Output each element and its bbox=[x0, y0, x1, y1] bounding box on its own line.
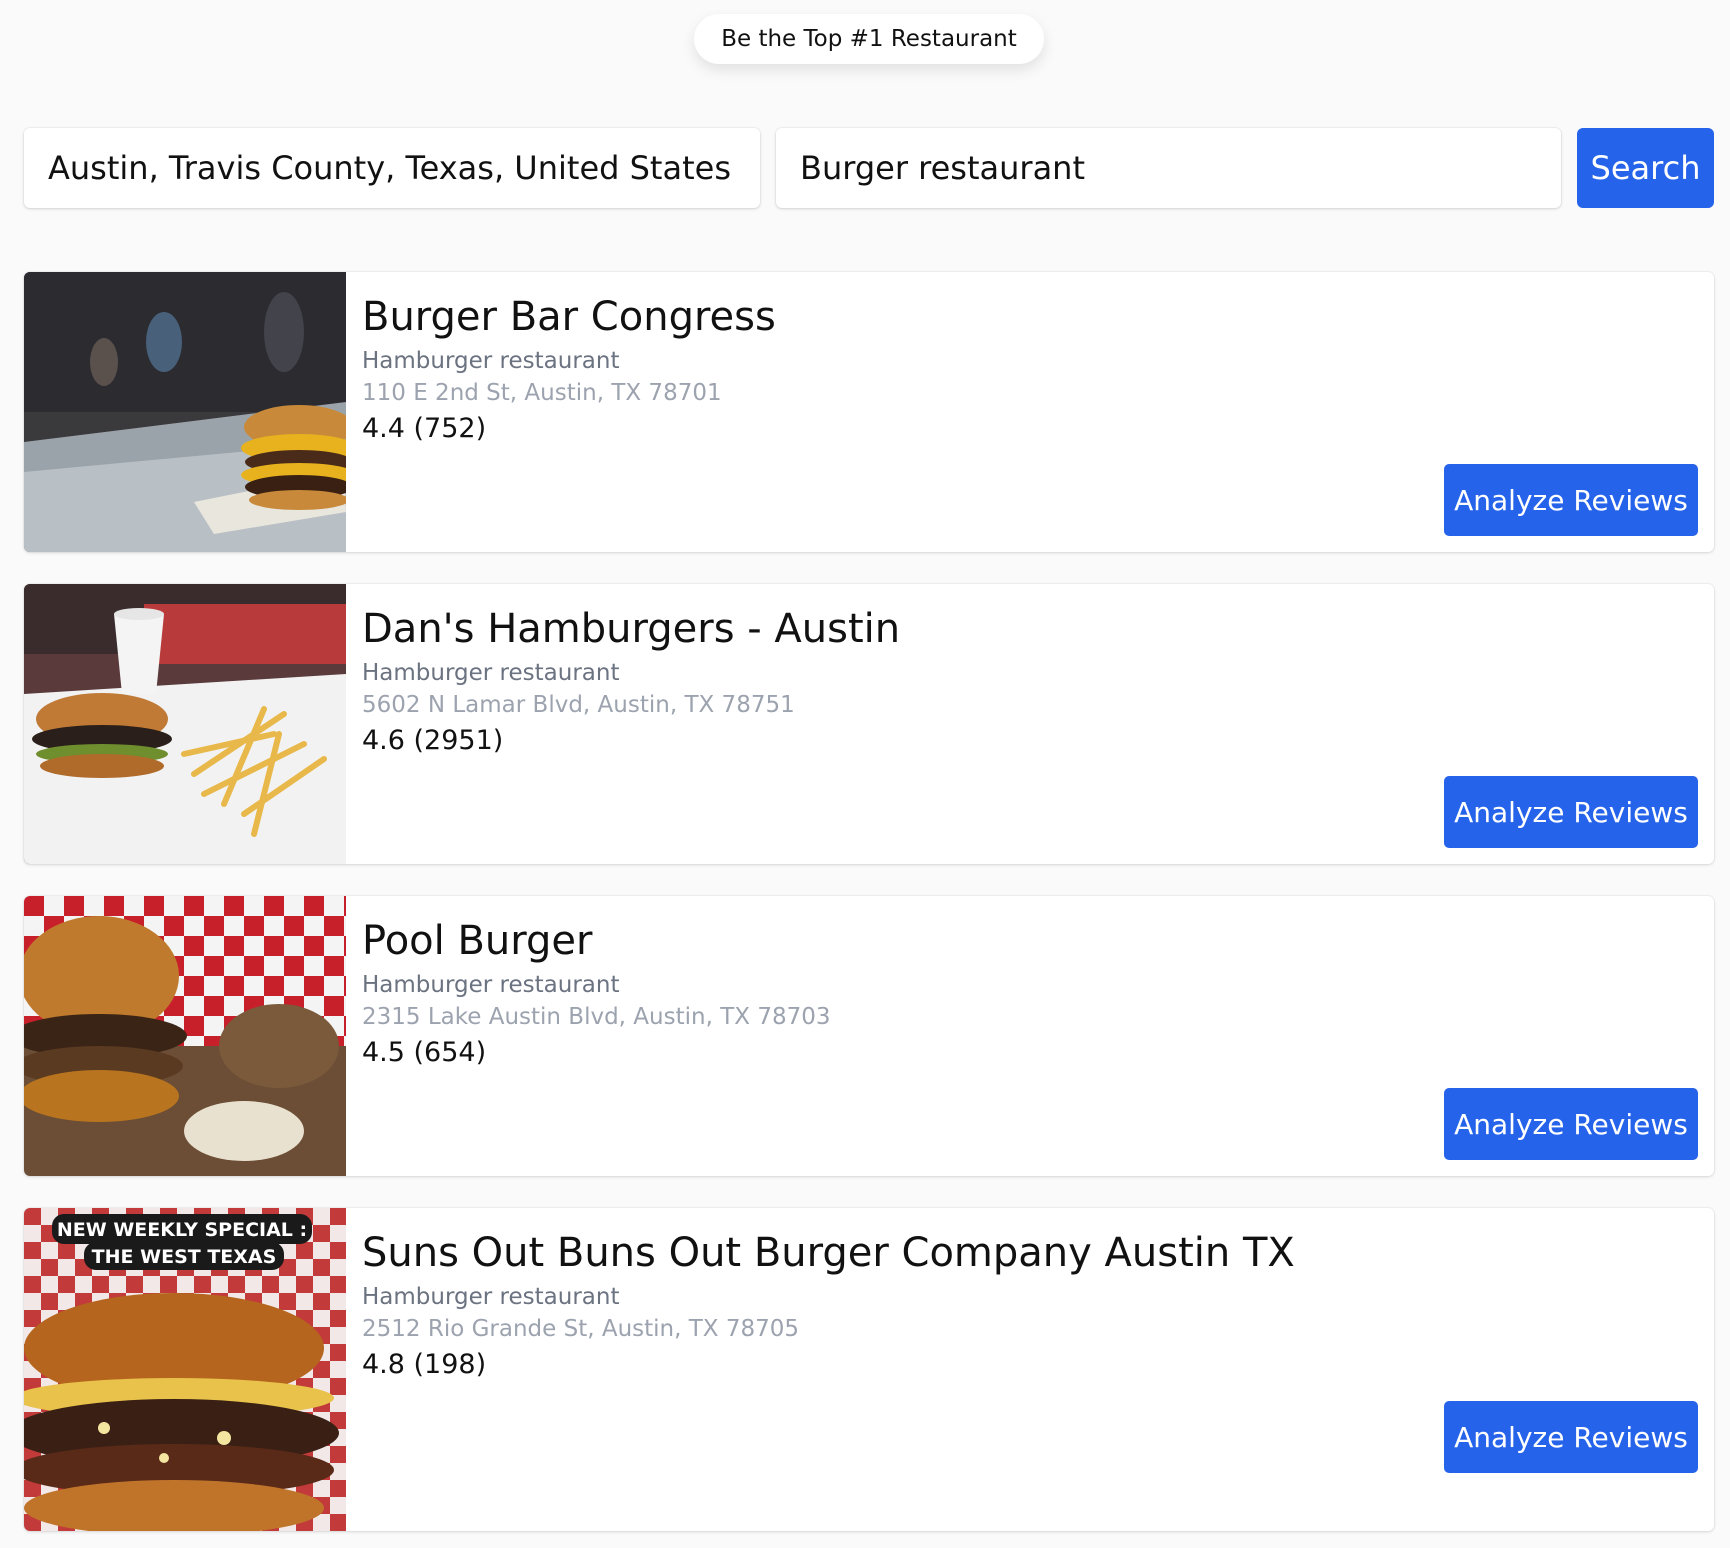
restaurant-name[interactable]: Pool Burger bbox=[362, 916, 1690, 966]
restaurant-rating: 4.5 (654) bbox=[362, 1037, 487, 1068]
restaurant-address: 5602 N Lamar Blvd, Austin, TX 78751 bbox=[362, 692, 795, 718]
restaurant-category: Hamburger restaurant bbox=[362, 660, 620, 686]
restaurant-address: 2512 Rio Grande St, Austin, TX 78705 bbox=[362, 1316, 800, 1342]
result-card: Dan's Hamburgers - Austin Hamburger rest… bbox=[24, 584, 1714, 864]
restaurant-address: 110 E 2nd St, Austin, TX 78701 bbox=[362, 380, 722, 406]
restaurant-category: Hamburger restaurant bbox=[362, 972, 620, 998]
restaurant-category: Hamburger restaurant bbox=[362, 1284, 620, 1310]
restaurant-rating: 4.8 (198) bbox=[362, 1349, 487, 1380]
result-info: Suns Out Buns Out Burger Company Austin … bbox=[362, 1228, 1690, 1382]
burger-fries-photo-image bbox=[24, 584, 346, 864]
header-badge-text: Be the Top #1 Restaurant bbox=[721, 26, 1017, 52]
result-card: Pool Burger Hamburger restaurant 2315 La… bbox=[24, 896, 1714, 1176]
photo-overlay-line-2: THE WEST TEXAS bbox=[92, 1246, 277, 1268]
restaurant-category: Hamburger restaurant bbox=[362, 348, 620, 374]
photo-overlay-line-1: NEW WEEKLY SPECIAL : bbox=[57, 1219, 307, 1241]
restaurant-photo[interactable] bbox=[24, 272, 346, 552]
special-burger-photo-image: NEW WEEKLY SPECIAL : THE WEST TEXAS bbox=[24, 1208, 346, 1531]
keyword-field[interactable] bbox=[776, 128, 1561, 208]
result-card: Burger Bar Congress Hamburger restaurant… bbox=[24, 272, 1714, 552]
header-badge: Be the Top #1 Restaurant bbox=[694, 14, 1044, 64]
restaurant-photo[interactable]: NEW WEEKLY SPECIAL : THE WEST TEXAS bbox=[24, 1208, 346, 1531]
restaurant-rating: 4.6 (2951) bbox=[362, 725, 504, 756]
analyze-reviews-button[interactable]: Analyze Reviews bbox=[1444, 1088, 1698, 1160]
analyze-reviews-button[interactable]: Analyze Reviews bbox=[1444, 464, 1698, 536]
search-button[interactable]: Search bbox=[1577, 128, 1714, 208]
location-field[interactable] bbox=[24, 128, 760, 208]
result-card: NEW WEEKLY SPECIAL : THE WEST TEXAS Suns… bbox=[24, 1208, 1714, 1531]
result-info: Burger Bar Congress Hamburger restaurant… bbox=[362, 292, 1690, 446]
result-info: Pool Burger Hamburger restaurant 2315 La… bbox=[362, 916, 1690, 1070]
result-info: Dan's Hamburgers - Austin Hamburger rest… bbox=[362, 604, 1690, 758]
restaurant-address: 2315 Lake Austin Blvd, Austin, TX 78703 bbox=[362, 1004, 831, 1030]
burger-photo-image bbox=[24, 272, 346, 552]
location-input[interactable] bbox=[48, 149, 760, 187]
restaurant-photo[interactable] bbox=[24, 896, 346, 1176]
analyze-reviews-button[interactable]: Analyze Reviews bbox=[1444, 1401, 1698, 1473]
restaurant-name[interactable]: Dan's Hamburgers - Austin bbox=[362, 604, 1690, 654]
restaurant-rating: 4.4 (752) bbox=[362, 413, 487, 444]
restaurant-name[interactable]: Burger Bar Congress bbox=[362, 292, 1690, 342]
restaurant-photo[interactable] bbox=[24, 584, 346, 864]
page: Be the Top #1 Restaurant Search bbox=[0, 0, 1730, 1548]
keyword-input[interactable] bbox=[800, 149, 1561, 187]
burger-platter-photo-image bbox=[24, 896, 346, 1176]
restaurant-name[interactable]: Suns Out Buns Out Burger Company Austin … bbox=[362, 1228, 1690, 1278]
analyze-reviews-button[interactable]: Analyze Reviews bbox=[1444, 776, 1698, 848]
